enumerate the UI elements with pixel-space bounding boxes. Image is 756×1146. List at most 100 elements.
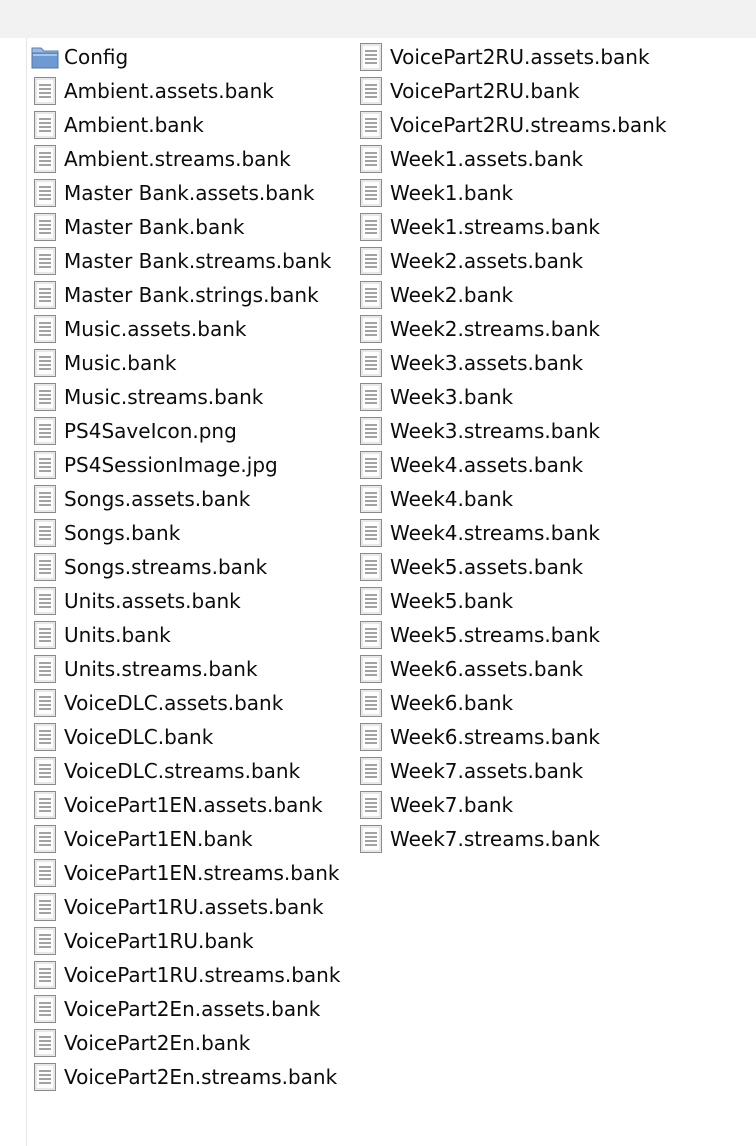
file-name-label: VoicePart2RU.assets.bank (390, 45, 650, 69)
file-name-label: Week7.bank (390, 793, 514, 817)
file-list-item[interactable]: Week3.streams.bank (356, 414, 686, 448)
file-name-label: PS4SessionImage.jpg (64, 453, 278, 477)
file-list-item[interactable]: VoicePart1RU.assets.bank (30, 890, 350, 924)
file-icon (356, 756, 386, 786)
file-list-item[interactable]: Ambient.streams.bank (30, 142, 350, 176)
file-list-item[interactable]: Week5.streams.bank (356, 618, 686, 652)
file-icon (30, 960, 60, 990)
file-list-item[interactable]: VoiceDLC.streams.bank (30, 754, 350, 788)
file-icon (356, 484, 386, 514)
file-list-item[interactable]: Week6.assets.bank (356, 652, 686, 686)
file-list-item[interactable]: Week2.bank (356, 278, 686, 312)
file-list-item[interactable]: Music.assets.bank (30, 312, 350, 346)
file-list-item[interactable]: Master Bank.assets.bank (30, 176, 350, 210)
file-icon (30, 552, 60, 582)
file-list-item[interactable]: Week7.bank (356, 788, 686, 822)
file-list-item[interactable]: Week3.assets.bank (356, 346, 686, 380)
file-list-item[interactable]: VoicePart1RU.bank (30, 924, 350, 958)
file-list-item[interactable]: Units.assets.bank (30, 584, 350, 618)
file-list-item[interactable]: Week6.bank (356, 686, 686, 720)
file-icon (30, 688, 60, 718)
file-name-label: Week6.streams.bank (390, 725, 600, 749)
file-list-view[interactable]: Config Ambient.assets.bank Ambient.bank Amb… (0, 38, 756, 1146)
file-list-item[interactable]: VoicePart2En.assets.bank (30, 992, 350, 1026)
file-list-item[interactable]: Week1.streams.bank (356, 210, 686, 244)
file-icon (356, 382, 386, 412)
file-list-item[interactable]: Week6.streams.bank (356, 720, 686, 754)
toolbar-area (0, 0, 756, 38)
file-name-label: Week6.bank (390, 691, 514, 715)
file-name-label: VoicePart2RU.bank (390, 79, 580, 103)
file-list-item[interactable]: Ambient.bank (30, 108, 350, 142)
file-list-item[interactable]: VoicePart1RU.streams.bank (30, 958, 350, 992)
file-icon (356, 76, 386, 106)
file-list-item[interactable]: Songs.bank (30, 516, 350, 550)
file-name-label: Music.streams.bank (64, 385, 264, 409)
file-icon (356, 450, 386, 480)
file-name-label: Master Bank.bank (64, 215, 245, 239)
file-list-item[interactable]: Master Bank.streams.bank (30, 244, 350, 278)
file-list-item[interactable]: Week7.assets.bank (356, 754, 686, 788)
file-list-item[interactable]: Music.streams.bank (30, 380, 350, 414)
file-name-label: Week2.streams.bank (390, 317, 600, 341)
file-name-label: Music.assets.bank (64, 317, 247, 341)
file-name-label: Master Bank.assets.bank (64, 181, 315, 205)
file-list-item[interactable]: Week1.bank (356, 176, 686, 210)
file-list-item[interactable]: Master Bank.bank (30, 210, 350, 244)
file-list-item[interactable]: Week4.assets.bank (356, 448, 686, 482)
file-list-item[interactable]: Week3.bank (356, 380, 686, 414)
file-icon (30, 416, 60, 446)
file-icon (356, 42, 386, 72)
file-list-item[interactable]: Songs.assets.bank (30, 482, 350, 516)
file-list-item[interactable]: VoicePart1EN.assets.bank (30, 788, 350, 822)
file-icon (30, 314, 60, 344)
file-list-item[interactable]: PS4SaveIcon.png (30, 414, 350, 448)
file-list-item[interactable]: Week2.assets.bank (356, 244, 686, 278)
file-name-label: Config (64, 45, 129, 69)
file-name-label: VoicePart2En.streams.bank (64, 1065, 338, 1089)
file-name-label: Master Bank.strings.bank (64, 283, 319, 307)
file-name-label: Week3.bank (390, 385, 514, 409)
file-icon (30, 348, 60, 378)
file-icon (356, 212, 386, 242)
file-list-item[interactable]: Week5.bank (356, 584, 686, 618)
file-list-item[interactable]: Units.streams.bank (30, 652, 350, 686)
file-list-item[interactable]: PS4SessionImage.jpg (30, 448, 350, 482)
file-icon (356, 824, 386, 854)
file-icon (356, 110, 386, 140)
file-name-label: VoiceDLC.assets.bank (64, 691, 284, 715)
file-icon (30, 76, 60, 106)
file-list-item[interactable]: VoicePart1EN.bank (30, 822, 350, 856)
file-icon (356, 688, 386, 718)
file-list-item[interactable]: VoicePart2RU.bank (356, 74, 686, 108)
file-list-item[interactable]: Ambient.assets.bank (30, 74, 350, 108)
file-list-item[interactable]: VoicePart2RU.streams.bank (356, 108, 686, 142)
file-list-item[interactable]: VoicePart2En.bank (30, 1026, 350, 1060)
file-icon (30, 994, 60, 1024)
file-name-label: Master Bank.streams.bank (64, 249, 332, 273)
file-list-item[interactable]: VoiceDLC.bank (30, 720, 350, 754)
file-list-item[interactable]: Units.bank (30, 618, 350, 652)
file-list-item[interactable]: VoicePart1EN.streams.bank (30, 856, 350, 890)
file-list-item[interactable]: Week2.streams.bank (356, 312, 686, 346)
file-name-label: Week5.streams.bank (390, 623, 600, 647)
file-list-item[interactable]: VoicePart2En.streams.bank (30, 1060, 350, 1094)
file-list-item[interactable]: Week4.bank (356, 482, 686, 516)
file-icon (30, 1062, 60, 1092)
file-list-item[interactable]: Master Bank.strings.bank (30, 278, 350, 312)
file-list-item[interactable]: Songs.streams.bank (30, 550, 350, 584)
file-name-label: Music.bank (64, 351, 177, 375)
file-name-label: Week1.streams.bank (390, 215, 600, 239)
file-list-item[interactable]: Week1.assets.bank (356, 142, 686, 176)
file-name-label: Week4.bank (390, 487, 514, 511)
file-list-item[interactable]: VoiceDLC.assets.bank (30, 686, 350, 720)
file-list-item[interactable]: Week4.streams.bank (356, 516, 686, 550)
file-list-item[interactable]: VoicePart2RU.assets.bank (356, 40, 686, 74)
file-list-item[interactable]: Week5.assets.bank (356, 550, 686, 584)
file-list-item[interactable]: Week7.streams.bank (356, 822, 686, 856)
file-name-label: VoicePart1EN.assets.bank (64, 793, 323, 817)
file-name-label: VoicePart1RU.bank (64, 929, 254, 953)
file-list-item[interactable]: Music.bank (30, 346, 350, 380)
file-icon (356, 416, 386, 446)
file-list-item[interactable]: Config (30, 40, 350, 74)
